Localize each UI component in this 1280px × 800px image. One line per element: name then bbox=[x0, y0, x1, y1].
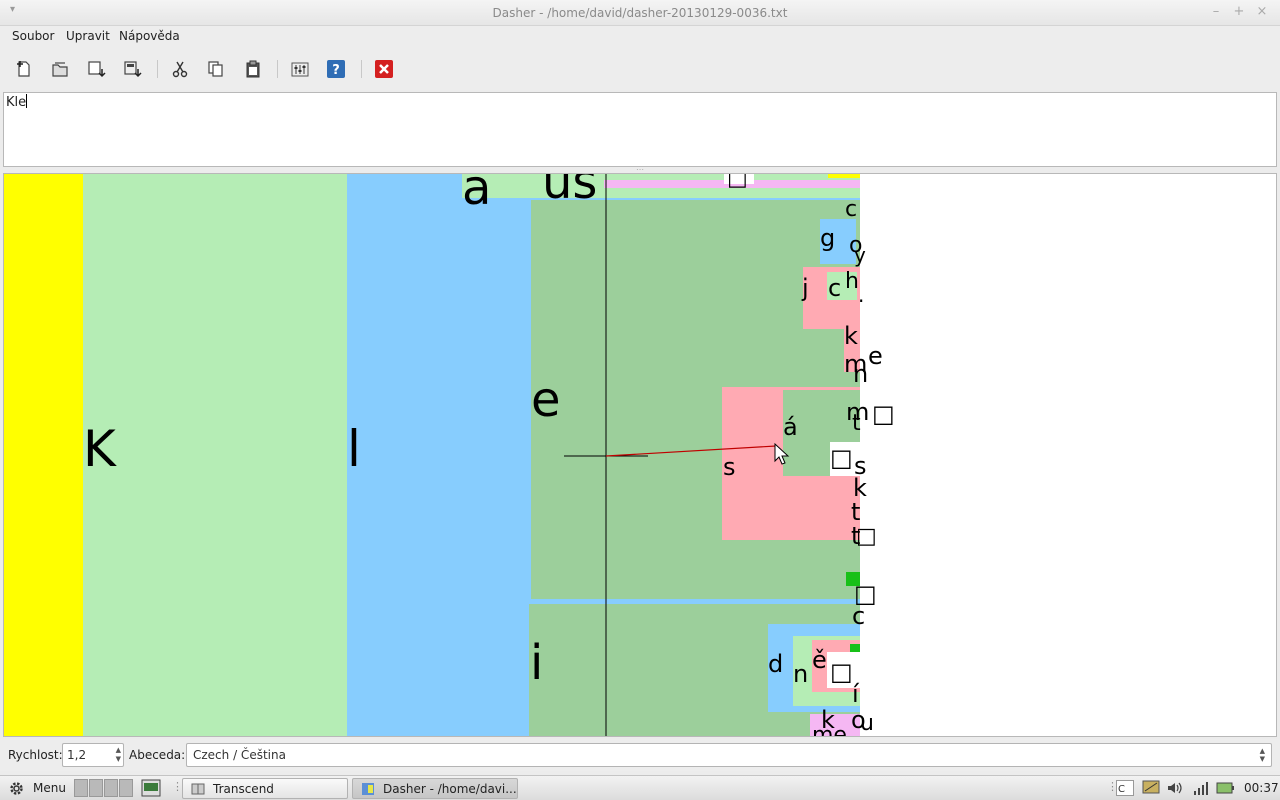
letter-l: l bbox=[347, 420, 361, 478]
alphabet-label: Abeceda: bbox=[129, 748, 186, 762]
preferences-button[interactable] bbox=[289, 58, 311, 80]
letter-me: me bbox=[812, 723, 847, 737]
letter-d: d bbox=[768, 650, 783, 678]
svg-text:?: ? bbox=[332, 63, 340, 78]
editor-text: Kle bbox=[6, 95, 27, 110]
menu-bar: Soubor Upravit Nápověda bbox=[0, 26, 1280, 48]
menu-upravit[interactable]: Upravit bbox=[66, 29, 110, 43]
title-bar: ▾ Dasher - /home/david/dasher-20130129-0… bbox=[0, 0, 1280, 26]
task-dasher[interactable]: Dasher - /home/davi... bbox=[352, 778, 518, 799]
speed-spinbox[interactable]: 1,2 ▲ ▼ bbox=[62, 743, 124, 767]
copy-button[interactable] bbox=[205, 58, 227, 80]
dasher-app-icon bbox=[362, 783, 374, 795]
letter-space-t: □ bbox=[856, 524, 877, 549]
letter-u: u bbox=[860, 711, 874, 736]
letter-e: e bbox=[531, 372, 561, 428]
box-yellow bbox=[4, 174, 83, 736]
letter-g: g bbox=[820, 224, 835, 252]
workspace-2[interactable] bbox=[89, 779, 103, 797]
pane-resize-handle[interactable]: ⋯ bbox=[636, 166, 644, 174]
text-caret bbox=[26, 94, 28, 108]
close-icon[interactable]: × bbox=[1254, 4, 1270, 20]
letter-a: a bbox=[462, 174, 491, 216]
new-file-icon bbox=[17, 61, 30, 77]
clock[interactable]: 00:37 bbox=[1244, 781, 1279, 795]
quit-button[interactable] bbox=[373, 58, 395, 80]
letter-ecaron: ě bbox=[812, 646, 827, 674]
box-K bbox=[83, 174, 347, 736]
letter-s: s bbox=[723, 453, 736, 481]
letter-c3: c bbox=[852, 602, 865, 630]
dasher-canvas[interactable]: K l a us □ e i s á c g o y j c h . k m e… bbox=[3, 173, 1277, 737]
letter-space-m: □ bbox=[872, 400, 895, 428]
start-menu-label[interactable]: Menu bbox=[33, 781, 66, 795]
new-file-button[interactable] bbox=[13, 58, 35, 80]
network-signal-icon[interactable] bbox=[1192, 780, 1210, 796]
svg-text:C: C bbox=[1118, 784, 1125, 795]
text-editor[interactable]: Kle bbox=[3, 92, 1277, 167]
letter-t1: t bbox=[852, 411, 861, 436]
help-icon: ? bbox=[327, 60, 345, 78]
book-icon bbox=[191, 783, 205, 795]
minimize-icon[interactable]: – bbox=[1208, 4, 1224, 20]
open-file-icon bbox=[52, 62, 68, 77]
save-as-button[interactable] bbox=[121, 58, 143, 80]
display-icon[interactable] bbox=[1142, 780, 1160, 796]
volume-icon[interactable] bbox=[1166, 780, 1184, 796]
letter-e2: e bbox=[868, 342, 883, 370]
alphabet-select[interactable]: Czech / Čeština ▲ ▼ bbox=[186, 743, 1272, 767]
menu-napoveda[interactable]: Nápověda bbox=[119, 29, 180, 43]
workspace-3[interactable] bbox=[104, 779, 118, 797]
letter-n2: n bbox=[793, 660, 808, 688]
show-desktop-icon[interactable] bbox=[141, 779, 161, 797]
letter-c1: c bbox=[845, 197, 857, 222]
letter-space-n: □ bbox=[830, 658, 853, 686]
preferences-icon bbox=[291, 62, 309, 77]
cut-button[interactable] bbox=[169, 58, 191, 80]
letter-n1: n bbox=[853, 360, 868, 388]
save-file-button[interactable] bbox=[85, 58, 107, 80]
letter-aacute: á bbox=[783, 413, 798, 441]
workspace-1[interactable] bbox=[74, 779, 88, 797]
spin-arrows-icon[interactable]: ▲ ▼ bbox=[116, 746, 121, 764]
maximize-icon[interactable]: + bbox=[1231, 4, 1247, 20]
letter-j: j bbox=[801, 274, 809, 302]
save-as-icon bbox=[124, 61, 142, 78]
quit-icon bbox=[375, 60, 393, 78]
task-transcend[interactable]: Transcend bbox=[182, 778, 348, 799]
copy-icon bbox=[208, 61, 223, 77]
help-button[interactable]: ? bbox=[325, 58, 347, 80]
letter-h: h bbox=[845, 269, 859, 294]
letter-i: i bbox=[530, 635, 543, 691]
keyboard-layout-icon[interactable]: C bbox=[1116, 780, 1134, 796]
letter-space-top: □ bbox=[727, 174, 748, 191]
toolbar: ? bbox=[0, 48, 1280, 90]
taskbar: Menu ⋮ Transcend Dasher - /home/davi... … bbox=[0, 775, 1280, 800]
box-yellow-top bbox=[828, 174, 860, 178]
window-title: Dasher - /home/david/dasher-20130129-003… bbox=[492, 6, 788, 20]
letter-us: us bbox=[542, 174, 597, 210]
speed-label: Rychlost: bbox=[8, 748, 63, 762]
dropdown-arrows-icon: ▲ ▼ bbox=[1259, 747, 1265, 763]
letter-space-s: □ bbox=[830, 444, 853, 472]
box-green-small2 bbox=[850, 644, 860, 652]
open-file-button[interactable] bbox=[49, 58, 71, 80]
battery-icon[interactable] bbox=[1216, 780, 1234, 796]
gear-icon[interactable] bbox=[8, 780, 25, 797]
letter-y: y bbox=[854, 243, 866, 267]
menu-soubor[interactable]: Soubor bbox=[12, 29, 54, 43]
save-file-icon bbox=[88, 61, 106, 78]
letter-k1: k bbox=[844, 322, 858, 350]
letter-c2: c bbox=[828, 274, 841, 302]
alphabet-value: Czech / Čeština bbox=[193, 748, 286, 762]
speed-value: 1,2 bbox=[67, 748, 87, 762]
paste-button[interactable] bbox=[242, 58, 264, 80]
cut-icon bbox=[172, 61, 188, 78]
letter-dot: . bbox=[858, 283, 864, 307]
paste-icon bbox=[246, 60, 260, 78]
letter-K: K bbox=[83, 420, 117, 478]
workspace-4[interactable] bbox=[119, 779, 133, 797]
